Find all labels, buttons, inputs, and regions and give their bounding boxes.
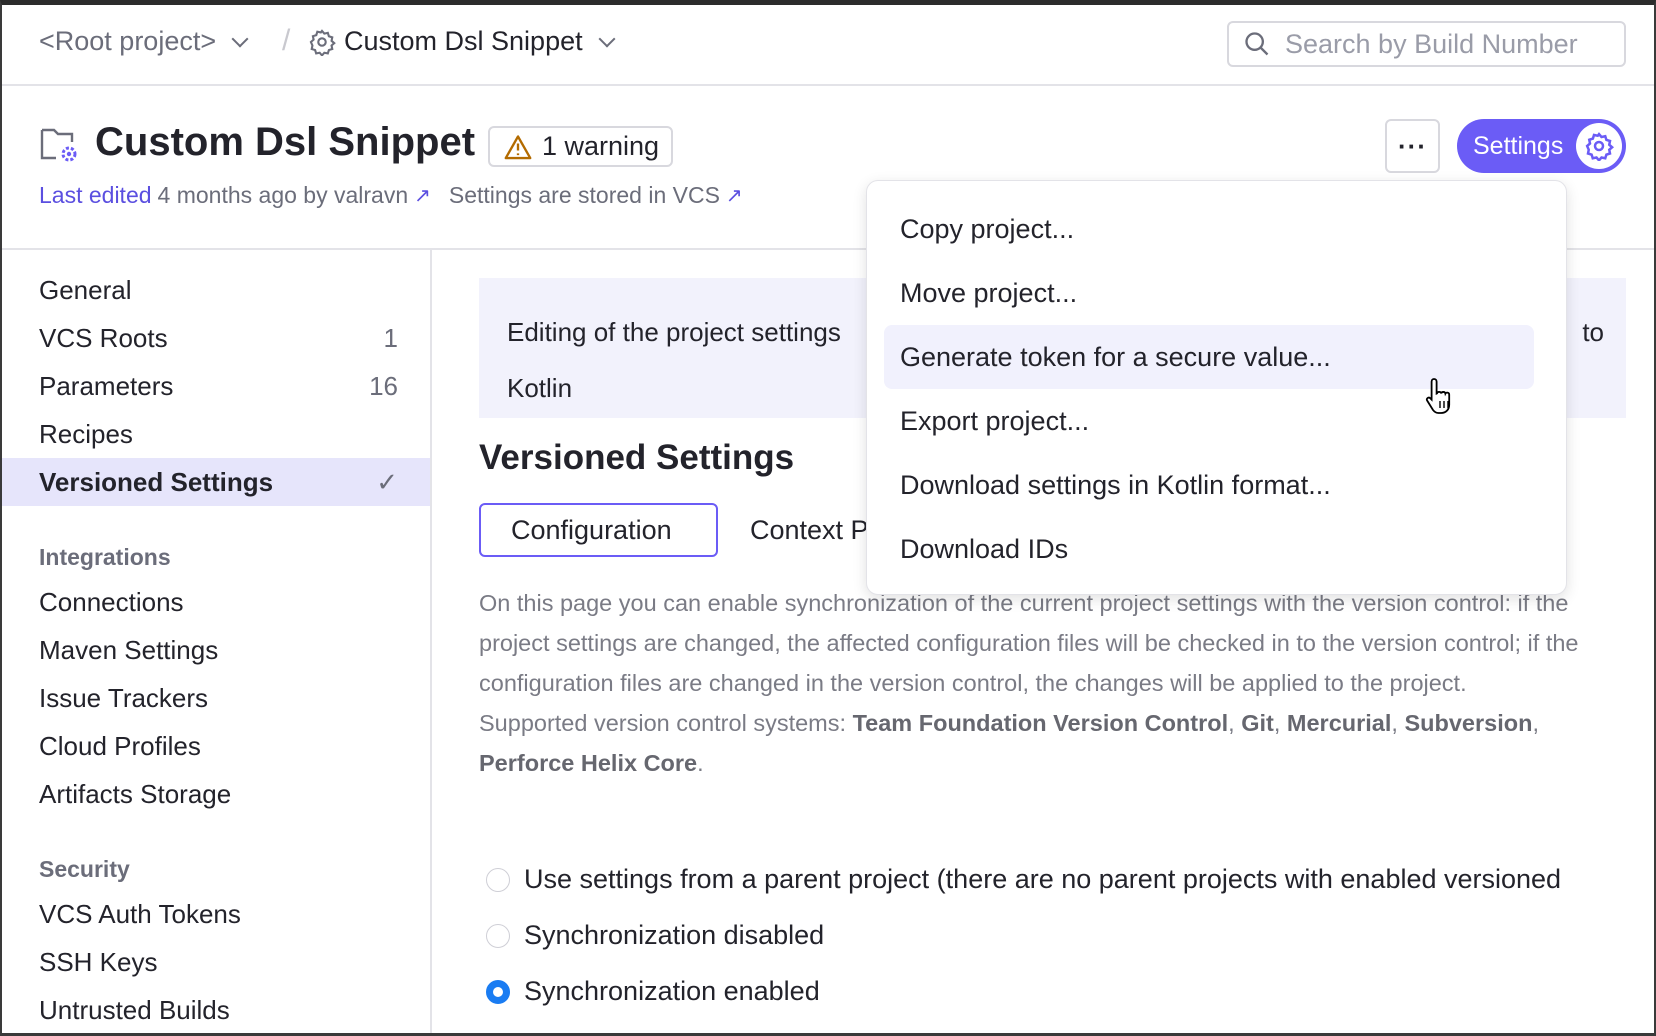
sidebar-item-vcs-auth-tokens[interactable]: VCS Auth Tokens <box>0 890 430 938</box>
sidebar-item-maven-settings[interactable]: Maven Settings <box>0 626 430 674</box>
search-placeholder: Search by Build Number <box>1285 29 1578 60</box>
sidebar-item-versioned-settings[interactable]: Versioned Settings ✓ <box>0 458 430 506</box>
breadcrumb-root-label: <Root project> <box>39 26 216 57</box>
more-actions-menu: Copy project... Move project... Generate… <box>866 180 1567 595</box>
radio-use-parent[interactable]: Use settings from a parent project (ther… <box>486 864 1561 895</box>
last-edited-text: 4 months ago by valravn <box>158 182 409 209</box>
settings-label: Settings <box>1473 132 1563 161</box>
radio-label: Synchronization enabled <box>524 976 820 1007</box>
sidebar-item-vcs-roots[interactable]: VCS Roots 1 <box>0 314 430 362</box>
settings-button[interactable]: Settings <box>1457 119 1626 173</box>
sidebar-item-label: Parameters <box>39 371 173 402</box>
sidebar-item-untrusted-builds[interactable]: Untrusted Builds <box>0 986 430 1034</box>
search-input[interactable]: Search by Build Number <box>1227 21 1626 67</box>
more-actions-button[interactable]: ··· <box>1385 119 1440 173</box>
vcs-name: Perforce Helix Core <box>479 750 697 776</box>
menu-item-download-ids[interactable]: Download IDs <box>884 517 1534 581</box>
sidebar-item-label: General <box>39 275 132 306</box>
sidebar-item-artifacts-storage[interactable]: Artifacts Storage <box>0 770 430 818</box>
last-edited-link[interactable]: Last edited <box>39 182 152 209</box>
sidebar-item-label: VCS Auth Tokens <box>39 899 241 930</box>
breadcrumb-project[interactable]: Custom Dsl Snippet <box>308 26 619 57</box>
breadcrumb-separator: / <box>282 24 290 58</box>
menu-item-move-project[interactable]: Move project... <box>884 261 1534 325</box>
chevron-down-icon <box>232 30 249 47</box>
radio-label: Synchronization disabled <box>524 920 824 951</box>
gear-icon <box>308 28 336 56</box>
sidebar: General VCS Roots1 Parameters16 Recipes … <box>0 250 432 1036</box>
project-subtitle: Last edited 4 months ago by valravn ↗ Se… <box>39 182 743 209</box>
external-link-icon[interactable]: ↗ <box>726 183 743 208</box>
vcs-name: Git <box>1241 710 1274 736</box>
chevron-down-icon <box>598 30 615 47</box>
description: On this page you can enable synchronizat… <box>479 583 1619 783</box>
check-icon: ✓ <box>376 467 398 498</box>
sidebar-item-general[interactable]: General <box>0 266 430 314</box>
sidebar-item-parameters[interactable]: Parameters 16 <box>0 362 430 410</box>
hand-cursor-icon <box>1424 376 1458 416</box>
breadcrumb-root[interactable]: <Root project> <box>39 26 252 57</box>
sidebar-item-label: Connections <box>39 587 184 618</box>
sidebar-item-count: 1 <box>384 323 398 354</box>
sidebar-item-label: Untrusted Builds <box>39 995 230 1026</box>
radio-label: Use settings from a parent project (ther… <box>524 864 1561 895</box>
sidebar-item-label: Issue Trackers <box>39 683 208 714</box>
radio-button[interactable] <box>486 980 510 1004</box>
radio-button[interactable] <box>486 924 510 948</box>
sidebar-item-label: Recipes <box>39 419 133 450</box>
radio-sync-enabled[interactable]: Synchronization enabled <box>486 976 820 1007</box>
tab-configuration[interactable]: Configuration <box>479 503 718 557</box>
warning-badge[interactable]: 1 warning <box>488 126 673 167</box>
section-heading: Versioned Settings <box>479 438 794 478</box>
vcs-name: Subversion <box>1404 710 1532 736</box>
description-text: On this page you can enable synchronizat… <box>479 590 1579 696</box>
sidebar-item-label: Cloud Profiles <box>39 731 201 762</box>
warning-text: 1 warning <box>542 131 659 162</box>
integrations-heading: Integrations <box>39 544 171 571</box>
sidebar-item-label: Artifacts Storage <box>39 779 231 810</box>
sidebar-item-label: Maven Settings <box>39 635 218 666</box>
radio-sync-disabled[interactable]: Synchronization disabled <box>486 920 824 951</box>
vcs-note[interactable]: Settings are stored in VCS <box>449 182 720 209</box>
sidebar-item-recipes[interactable]: Recipes <box>0 410 430 458</box>
supported-label: Supported version control systems: <box>479 710 853 736</box>
breadcrumb-project-label: Custom Dsl Snippet <box>344 26 583 57</box>
project-folder-icon <box>40 126 80 164</box>
vcs-name: Mercurial <box>1287 710 1392 736</box>
sidebar-item-count: 16 <box>369 371 398 402</box>
external-link-icon[interactable]: ↗ <box>414 183 431 208</box>
sidebar-item-ssh-keys[interactable]: SSH Keys <box>0 938 430 986</box>
sidebar-item-label: SSH Keys <box>39 947 158 978</box>
sidebar-item-cloud-profiles[interactable]: Cloud Profiles <box>0 722 430 770</box>
sidebar-item-label: Versioned Settings <box>39 467 273 498</box>
warning-icon <box>504 134 532 160</box>
security-heading: Security <box>39 856 130 883</box>
info-line-1-end: to <box>1582 304 1604 360</box>
search-icon <box>1243 30 1271 58</box>
vcs-name: Team Foundation Version Control <box>853 710 1229 736</box>
gear-icon <box>1584 131 1614 161</box>
sidebar-item-issue-trackers[interactable]: Issue Trackers <box>0 674 430 722</box>
sidebar-item-label: VCS Roots <box>39 323 168 354</box>
page-title: Custom Dsl Snippet <box>95 120 475 165</box>
menu-item-copy-project[interactable]: Copy project... <box>884 197 1534 261</box>
menu-item-download-kotlin[interactable]: Download settings in Kotlin format... <box>884 453 1534 517</box>
radio-button[interactable] <box>486 868 510 892</box>
sidebar-item-connections[interactable]: Connections <box>0 578 430 626</box>
